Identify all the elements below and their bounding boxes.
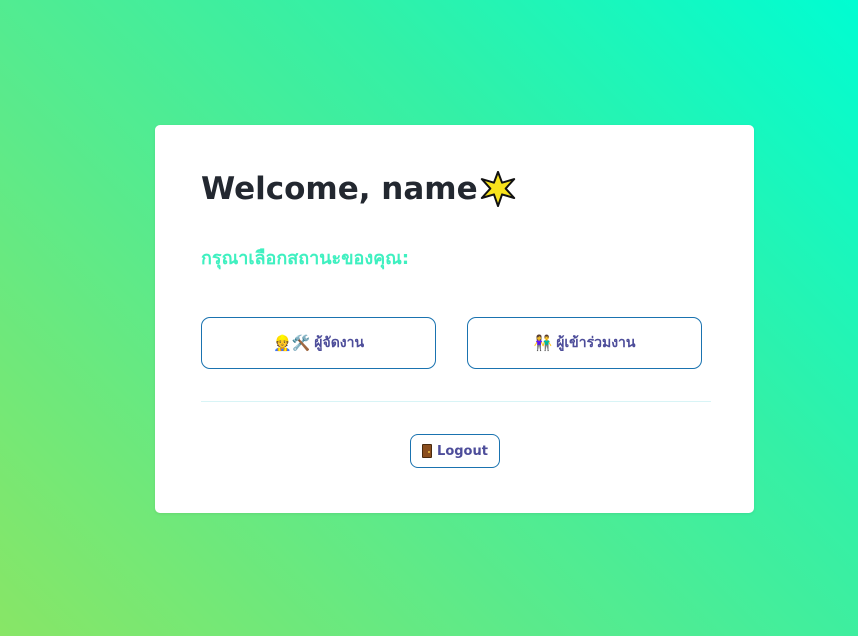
door-icon: [422, 444, 433, 458]
page-title: Welcome, name: [201, 171, 516, 207]
sparkle-star-icon: [480, 171, 515, 207]
participant-label: ผู้เข้าร่วมงาน: [556, 335, 636, 351]
divider: [201, 401, 711, 402]
organizer-button[interactable]: 👷🛠️ ผู้จัดงาน: [201, 317, 436, 369]
organizer-icon: 👷🛠️: [272, 333, 311, 352]
logout-button[interactable]: Logout: [410, 434, 500, 468]
participants-icon: 👫: [533, 333, 553, 352]
logout-label: Logout: [437, 443, 488, 459]
status-prompt: กรุณาเลือกสถานะของคุณ:: [201, 248, 410, 269]
welcome-card: Welcome, name กรุณาเลือกสถานะของคุณ: 👷🛠️…: [155, 125, 754, 513]
participant-button[interactable]: 👫 ผู้เข้าร่วมงาน: [467, 317, 702, 369]
welcome-text: Welcome, name: [201, 171, 478, 207]
organizer-label: ผู้จัดงาน: [314, 335, 365, 351]
